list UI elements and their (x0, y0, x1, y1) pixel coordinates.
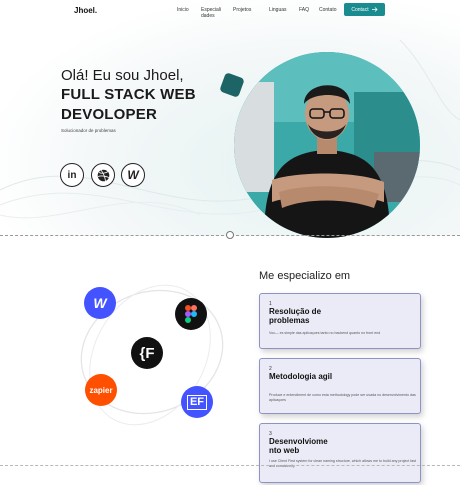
profile-portrait (234, 52, 420, 238)
framer-icon: {F (139, 344, 155, 362)
hero-role-line1: FULL STACK WEB (61, 86, 196, 103)
contact-button-label: Contact (351, 6, 369, 13)
linkedin-button[interactable]: in (60, 163, 84, 187)
card-text: Voc— es simple das aplicaçoes tanto no b… (269, 331, 381, 335)
bottom-divider (0, 465, 460, 466)
skill-card: 1 Resolução de problemas Voc— es simple … (259, 293, 421, 349)
hero-greeting: Olá! Eu sou Jhoel, (61, 67, 184, 84)
dribbble-icon (97, 169, 109, 181)
nav-link-faq[interactable]: FAQ (299, 7, 309, 13)
nav-link-especialidades[interactable]: Especiali dades (201, 7, 221, 19)
framer-tool: {F (131, 337, 163, 369)
figma-icon (185, 305, 197, 323)
figma-tool (175, 298, 207, 330)
card-title: Metodologia agil (269, 372, 333, 381)
elementor-tool: EF (181, 386, 213, 418)
profile-photo (234, 52, 420, 238)
card-text: I use Client First system for clean nami… (269, 459, 417, 468)
skill-card: 3 Desenvolviome nto web I use Client Fir… (259, 423, 421, 483)
elementor-icon: EF (186, 394, 208, 410)
nav-link-projetos[interactable]: Projetos (233, 7, 251, 13)
card-title: Resolução de problemas (269, 307, 322, 325)
zapier-tool: zapier (85, 374, 117, 406)
card-text: Produce e entendiment de como esta metho… (269, 393, 416, 402)
hero-subtitle: Solucionador de problemas (61, 128, 116, 133)
hero-role-line2: DEVOLOPER (61, 106, 157, 123)
navbar: Jhoel. Inicio Especiali dades Projetos L… (0, 0, 460, 22)
linkedin-icon: in (67, 169, 77, 181)
nav-link-linguas[interactable]: Linguas (269, 7, 287, 13)
webflow-icon: W (93, 295, 107, 311)
arrow-right-icon (371, 7, 378, 12)
card-title: Desenvolviome nto web (269, 437, 328, 455)
nav-link-inicio[interactable]: Inicio (177, 7, 189, 13)
webflow-icon: W (127, 168, 139, 182)
webflow-tool: W (84, 287, 116, 319)
dribbble-button[interactable] (91, 163, 115, 187)
contact-button[interactable]: Contact (344, 3, 385, 16)
skills-title: Me especializo em (259, 270, 351, 282)
zapier-label: zapier (89, 385, 113, 395)
logo[interactable]: Jhoel. (74, 6, 97, 15)
skill-card: 2 Metodologia agil Produce e entendiment… (259, 358, 421, 414)
webflow-button[interactable]: W (121, 163, 145, 187)
nav-link-contato[interactable]: Contato (319, 7, 337, 13)
divider-handle (226, 231, 234, 239)
